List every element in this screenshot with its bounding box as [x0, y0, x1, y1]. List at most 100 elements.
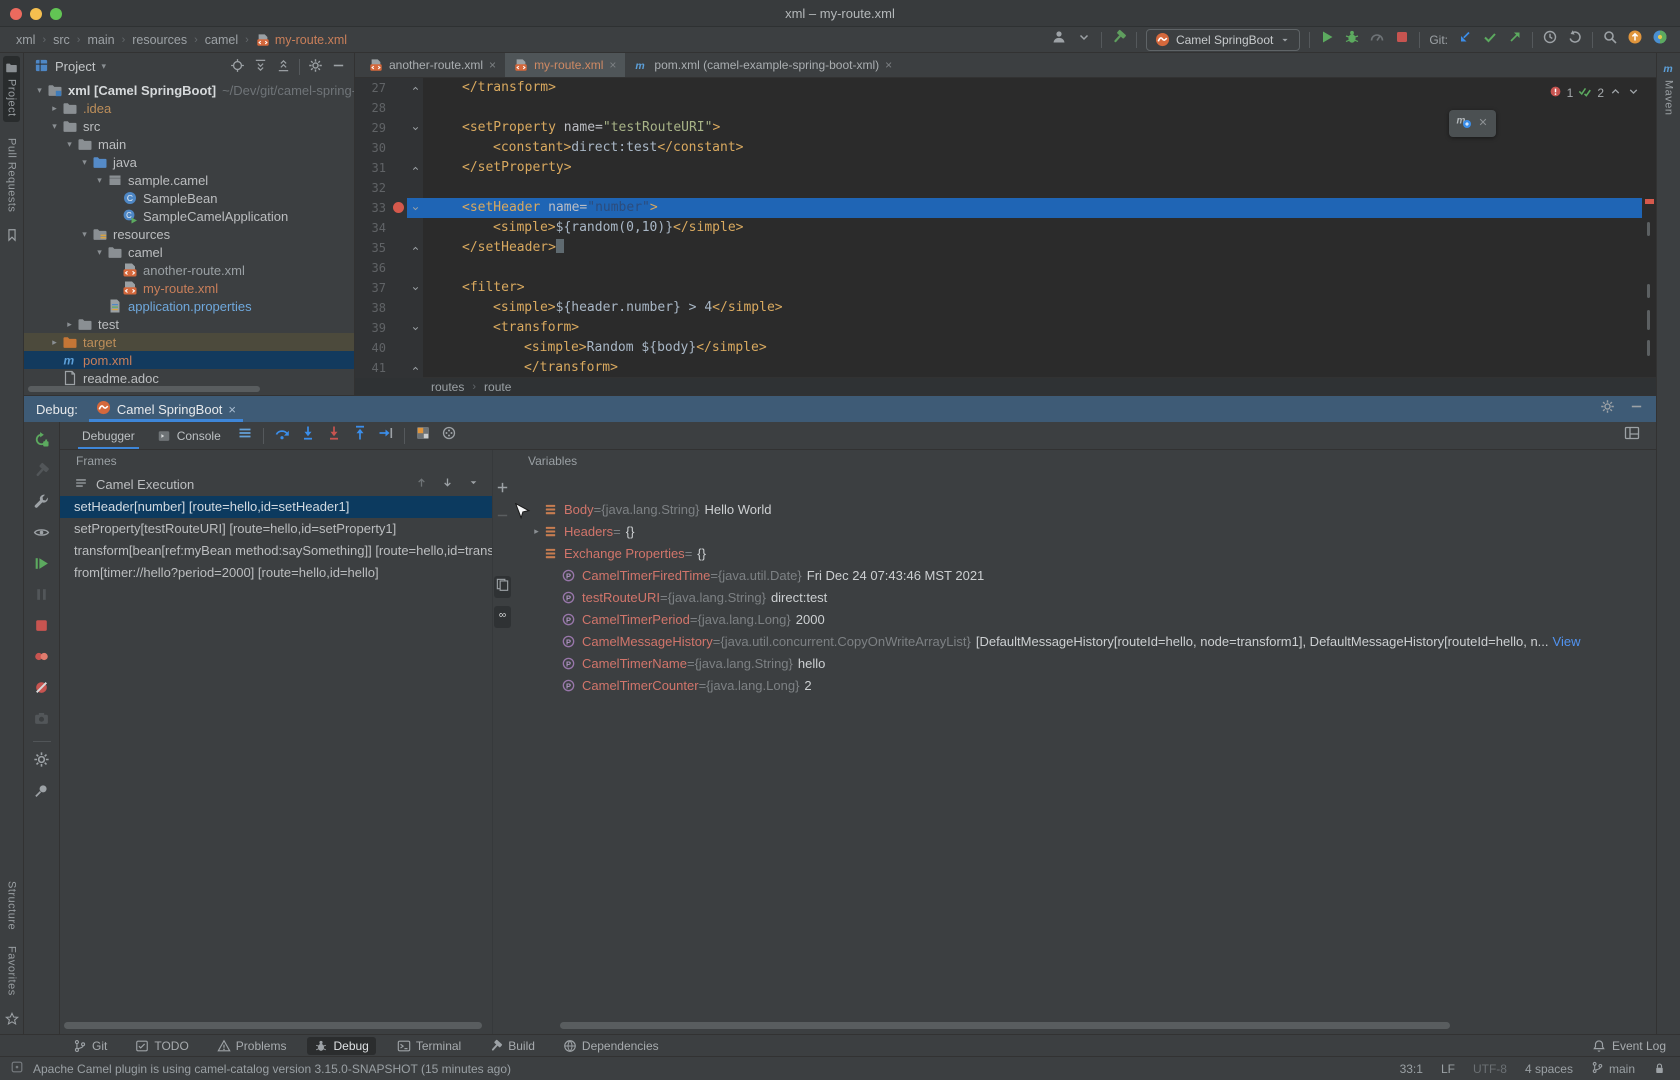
- tool-window-button-debug[interactable]: Debug: [307, 1037, 375, 1055]
- line-number[interactable]: 31: [355, 158, 391, 178]
- tree-item-src[interactable]: ▾src: [24, 117, 354, 135]
- line-number[interactable]: 27: [355, 78, 391, 98]
- toolbar-button-person[interactable]: [1051, 29, 1067, 50]
- fold-start-icon[interactable]: [411, 284, 420, 293]
- thread-dropdown-button[interactable]: [467, 476, 480, 492]
- frames-horizontal-scrollbar[interactable]: [64, 1022, 482, 1029]
- breakpoint-gutter[interactable]: [391, 238, 407, 258]
- wrench-button[interactable]: [33, 493, 50, 515]
- tree-item-readme-adoc[interactable]: readme.adoc: [24, 369, 354, 387]
- indent-indicator[interactable]: 4 spaces: [1525, 1062, 1573, 1076]
- fold-gutter[interactable]: [407, 118, 423, 138]
- line-number[interactable]: 30: [355, 138, 391, 158]
- close-window-button[interactable]: [10, 8, 22, 20]
- toolbar-button-chevron-down[interactable]: [1076, 29, 1092, 50]
- code-line-37[interactable]: 37<filter>: [355, 278, 1642, 298]
- line-number[interactable]: 36: [355, 258, 391, 278]
- variable-cameltimercounter[interactable]: PCamelTimerCounter = {java.lang.Long}2: [512, 674, 1656, 696]
- line-ending-indicator[interactable]: LF: [1441, 1062, 1455, 1076]
- project-horizontal-scrollbar[interactable]: [28, 386, 260, 392]
- toolbar-button-git-push[interactable]: [1507, 29, 1523, 50]
- add-watch-button[interactable]: [495, 480, 510, 500]
- tool-stripe-structure-button[interactable]: Structure: [6, 881, 18, 930]
- code-line-33[interactable]: 33<setHeader name="number">: [355, 198, 1642, 218]
- stack-frame[interactable]: setHeader[number] [route=hello,id=setHea…: [60, 496, 492, 518]
- tree-item-application-properties[interactable]: application.properties: [24, 297, 354, 315]
- variable-exchange-properties[interactable]: Exchange Properties = {}: [512, 542, 1656, 564]
- resume-button[interactable]: [33, 555, 50, 577]
- tree-collapse-chevron-icon[interactable]: ▾: [32, 85, 47, 96]
- run-to-cursor-button[interactable]: [378, 425, 394, 446]
- stack-frame[interactable]: transform[bean[ref:myBean method:saySome…: [60, 540, 492, 562]
- line-number[interactable]: 35: [355, 238, 391, 258]
- tree-item-xml-camel-springboot-[interactable]: ▾xml [Camel SpringBoot] ~/Dev/git/camel-…: [24, 81, 354, 99]
- maven-reload-floating-widget[interactable]: m: [1449, 110, 1496, 137]
- tree-item-pom-xml[interactable]: mpom.xml: [24, 351, 354, 369]
- fold-end-icon[interactable]: [411, 364, 420, 373]
- tree-expand-chevron-icon[interactable]: ▸: [62, 319, 77, 330]
- layout-button[interactable]: [1624, 425, 1640, 446]
- tool-stripe-pull-requests-button[interactable]: Pull Requests: [6, 138, 18, 212]
- toolbar-button-gradient-sphere[interactable]: [1652, 29, 1668, 50]
- breakpoint-gutter[interactable]: [391, 98, 407, 118]
- duplicate-button[interactable]: [494, 576, 511, 598]
- tool-window-button-problems[interactable]: Problems: [210, 1037, 294, 1055]
- star-icon[interactable]: [5, 1012, 19, 1026]
- breakpoint-gutter[interactable]: [391, 258, 407, 278]
- tree-item-target[interactable]: ▸target: [24, 333, 354, 351]
- tool-window-button-git[interactable]: Git: [66, 1037, 114, 1055]
- fold-gutter[interactable]: [407, 258, 423, 278]
- breakpoint-gutter[interactable]: [391, 198, 407, 218]
- breakpoint-gutter[interactable]: [391, 298, 407, 318]
- chevron-down-icon[interactable]: ▾: [101, 61, 106, 72]
- thread-arrow-up-button[interactable]: [415, 476, 428, 492]
- tree-collapse-chevron-icon[interactable]: ▾: [92, 247, 107, 258]
- fold-start-icon[interactable]: [411, 124, 420, 133]
- variables-horizontal-scrollbar[interactable]: [560, 1022, 1450, 1029]
- project-gear-button[interactable]: [308, 58, 323, 76]
- fold-start-icon[interactable]: [411, 324, 420, 333]
- stop-button[interactable]: [33, 617, 50, 639]
- toolbar-button-stop[interactable]: [1394, 29, 1410, 50]
- fold-gutter[interactable]: [407, 158, 423, 178]
- tree-collapse-chevron-icon[interactable]: ▾: [77, 157, 92, 168]
- tree-item-my-route-xml[interactable]: my-route.xml: [24, 279, 354, 297]
- code-line-text[interactable]: <transform>: [423, 318, 1642, 338]
- view-link[interactable]: View: [1553, 634, 1581, 649]
- breakpoint-gutter[interactable]: [391, 338, 407, 358]
- code-line-text[interactable]: <setHeader name="number">: [423, 198, 1642, 218]
- code-line-41[interactable]: 41</transform>: [355, 358, 1642, 378]
- fold-gutter[interactable]: [407, 218, 423, 238]
- project-hide-button[interactable]: [331, 58, 346, 76]
- code-line-30[interactable]: 30 <constant>direct:test</constant>: [355, 138, 1642, 158]
- restore-layout-button[interactable]: [415, 425, 431, 446]
- toolbar-button-sync-sphere[interactable]: [1627, 29, 1643, 50]
- variable-camelmessagehistory[interactable]: PCamelMessageHistory = {java.util.concur…: [512, 630, 1656, 652]
- project-locate-button[interactable]: [230, 58, 245, 76]
- breadcrumb-current-file[interactable]: my-route.xml: [256, 33, 347, 47]
- tree-collapse-chevron-icon[interactable]: ▾: [92, 175, 107, 186]
- tree-expand-chevron-icon[interactable]: ▸: [47, 103, 62, 114]
- fold-gutter[interactable]: [407, 278, 423, 298]
- breadcrumb-item[interactable]: src: [53, 33, 70, 47]
- readonly-toggle[interactable]: [1653, 1062, 1666, 1075]
- code-line-text[interactable]: <simple>Random ${body}</simple>: [423, 338, 1642, 358]
- hamburger-button[interactable]: [237, 425, 253, 446]
- code-line-text[interactable]: <constant>direct:test</constant>: [423, 138, 1642, 158]
- stack-frame[interactable]: from[timer://hello?period=2000] [route=h…: [60, 562, 492, 584]
- breadcrumb-item[interactable]: main: [87, 33, 114, 47]
- eye-button[interactable]: [33, 524, 50, 546]
- variable-headers[interactable]: ▸Headers = {}: [512, 520, 1656, 542]
- fold-gutter[interactable]: [407, 198, 423, 218]
- chev-up-icon[interactable]: [1609, 85, 1622, 98]
- breakpoint-gutter[interactable]: [391, 78, 407, 98]
- caret-position[interactable]: 33:1: [1400, 1062, 1423, 1076]
- code-line-text[interactable]: </setHeader>: [423, 238, 1642, 258]
- bookmark-icon[interactable]: [5, 228, 19, 242]
- tree-collapse-chevron-icon[interactable]: ▾: [77, 229, 92, 240]
- line-number[interactable]: 38: [355, 298, 391, 318]
- variable-testrouteuri[interactable]: PtestRouteURI = {java.lang.String}direct…: [512, 586, 1656, 608]
- code-line-32[interactable]: 32: [355, 178, 1642, 198]
- code-line-35[interactable]: 35 </setHeader>: [355, 238, 1642, 258]
- line-number[interactable]: 28: [355, 98, 391, 118]
